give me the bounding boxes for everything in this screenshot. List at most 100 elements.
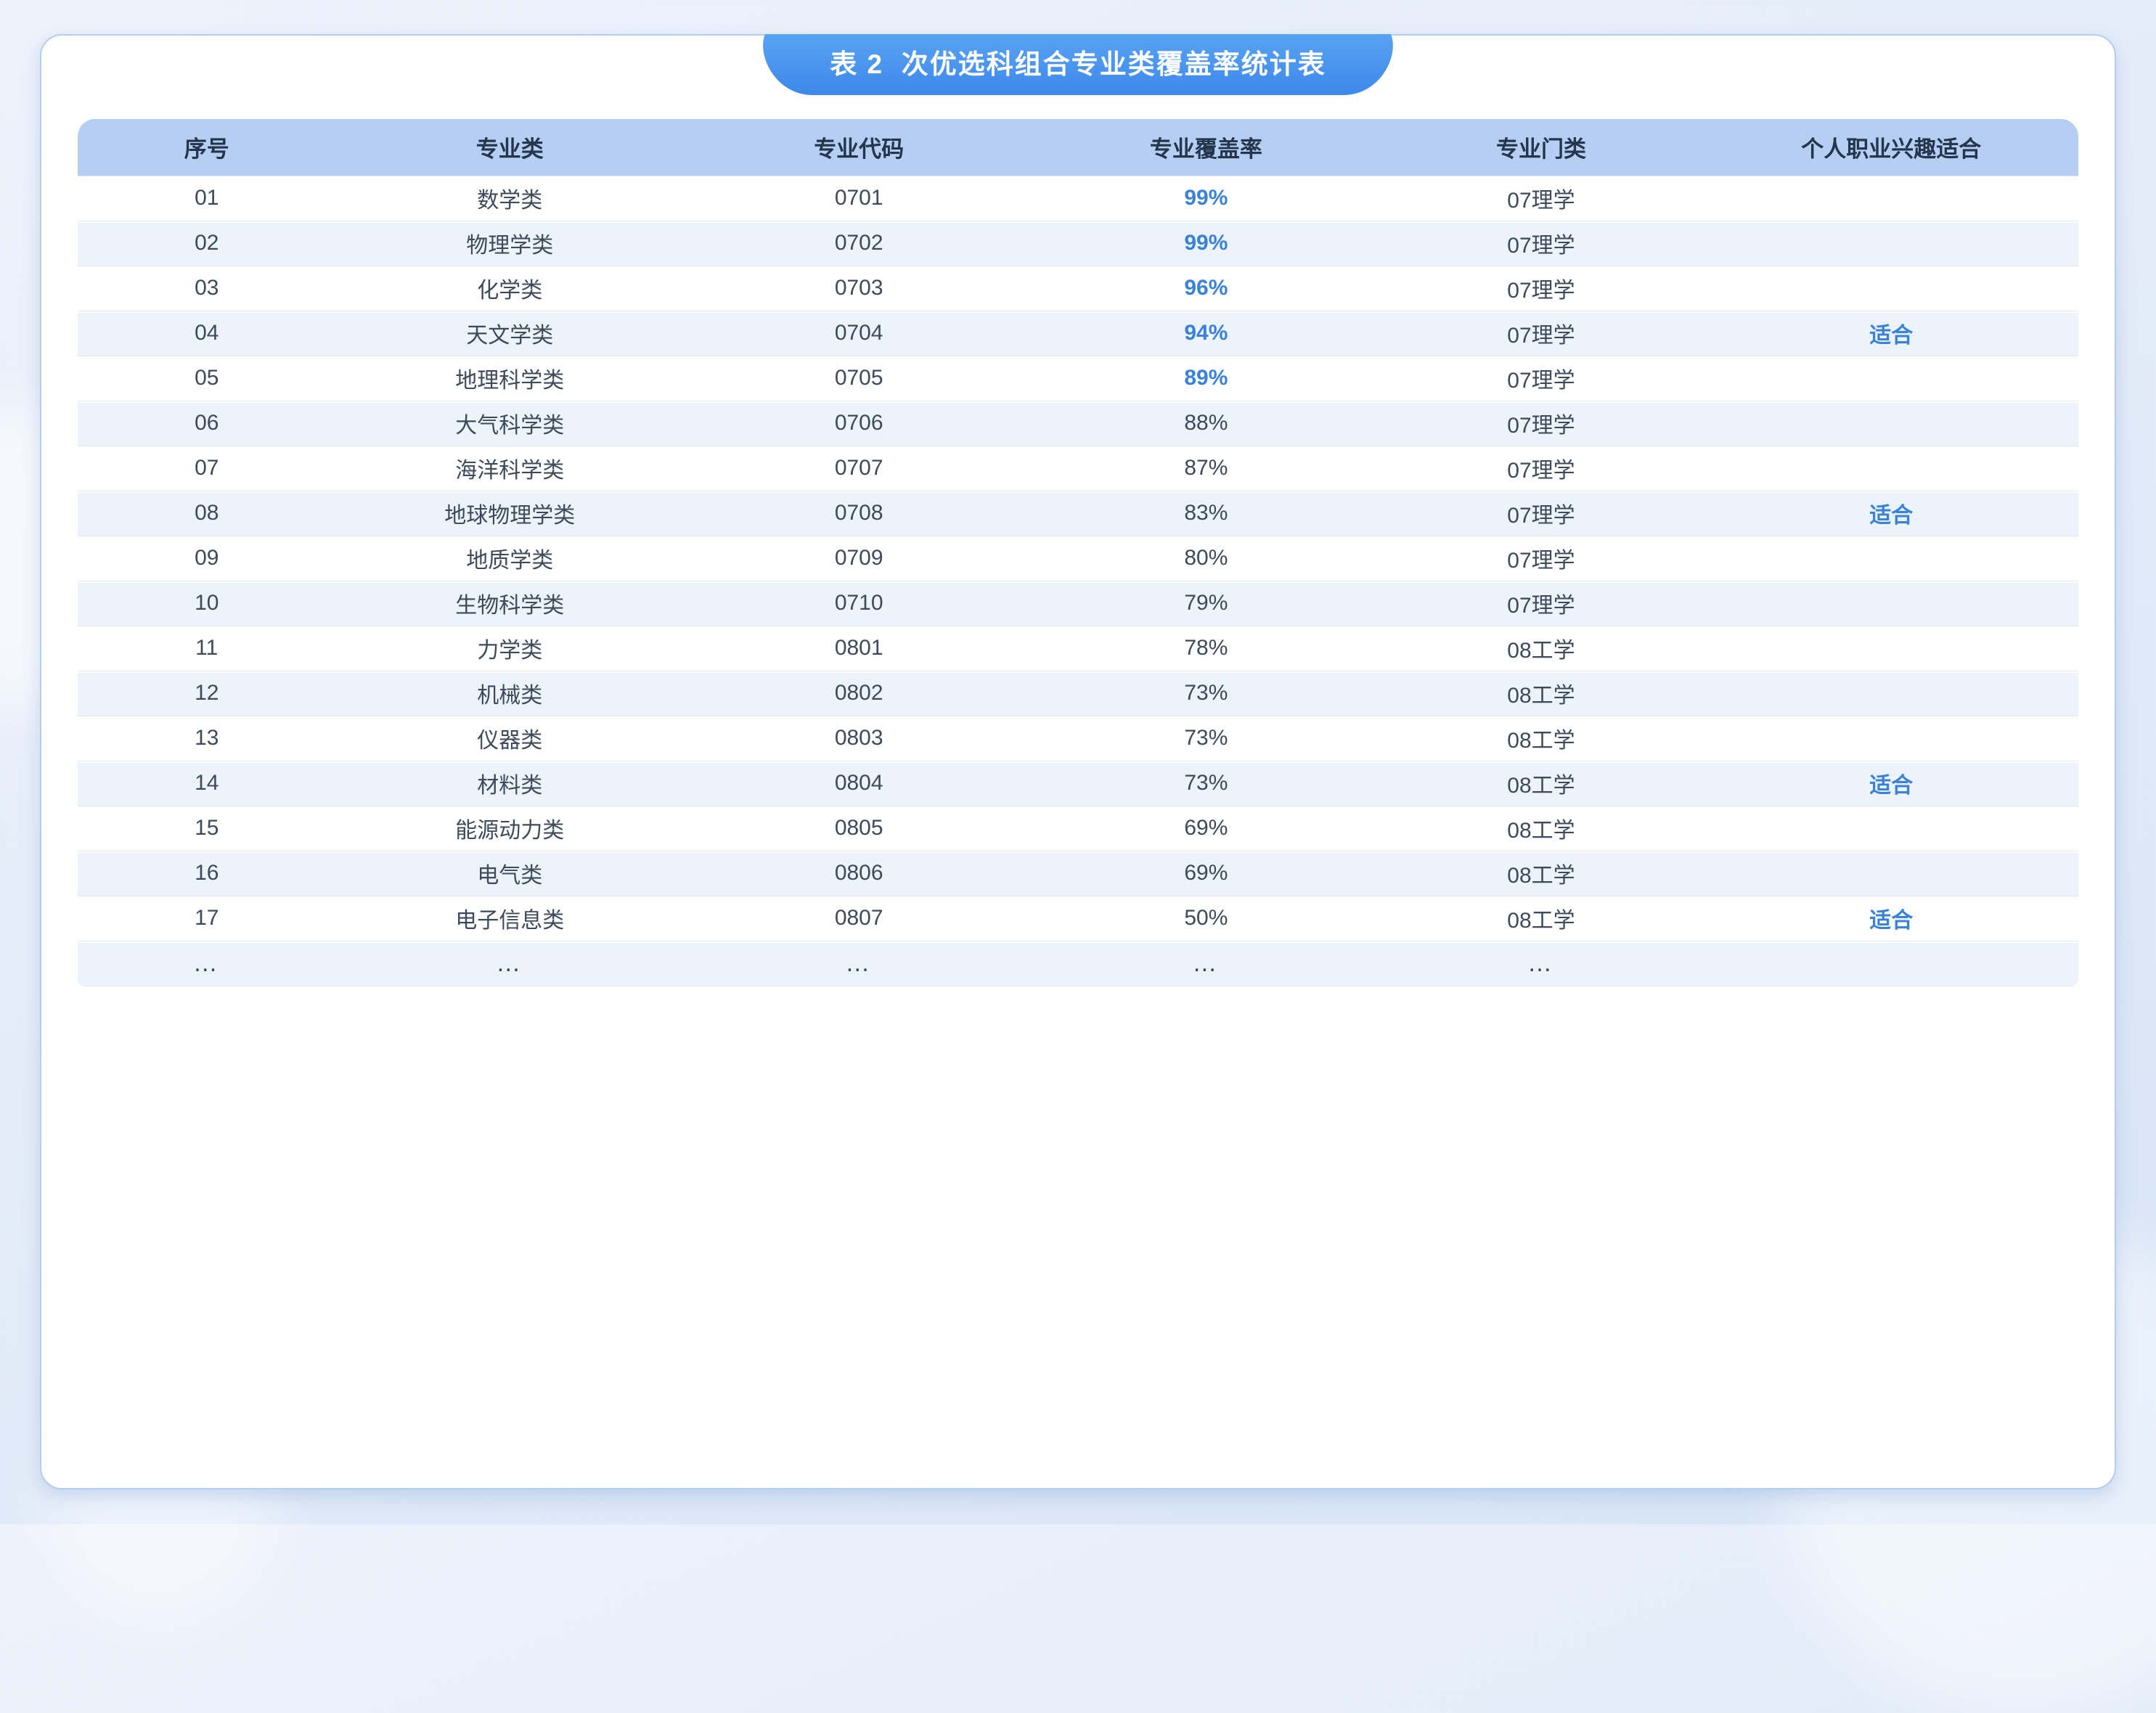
coverage-cell: 78%	[1034, 626, 1378, 671]
code-cell: 0806	[684, 851, 1034, 896]
coverage-cell: …	[1034, 941, 1378, 986]
table-body: 01数学类070199%07理学02物理学类070299%07理学03化学类07…	[78, 176, 2078, 986]
header-coverage: 专业覆盖率	[1034, 119, 1378, 176]
fit-cell	[1704, 671, 2078, 716]
fit-cell	[1704, 176, 2078, 221]
coverage-cell: 89%	[1034, 356, 1378, 401]
fit-cell	[1704, 851, 2078, 896]
table-row: 11力学类080178%08工学	[78, 626, 2078, 671]
category-cell: 08工学	[1378, 716, 1704, 761]
major-cell: …	[336, 941, 685, 986]
header-category: 专业门类	[1378, 119, 1704, 176]
row-no-cell: 11	[78, 626, 336, 671]
table-row-ellipsis: ……………	[78, 941, 2078, 986]
table-row: 03化学类070396%07理学	[78, 266, 2078, 311]
code-cell: 0802	[684, 671, 1034, 716]
row-no-cell: 09	[78, 536, 336, 581]
fit-cell	[1704, 266, 2078, 311]
table-row: 07海洋科学类070787%07理学	[78, 446, 2078, 491]
major-cell: 大气科学类	[336, 401, 685, 446]
row-no-cell: 05	[78, 356, 336, 401]
category-cell: 07理学	[1378, 536, 1704, 581]
code-cell: 0707	[684, 446, 1034, 491]
code-cell: 0701	[684, 176, 1034, 221]
code-cell: 0710	[684, 581, 1034, 626]
table-row: 13仪器类080373%08工学	[78, 716, 2078, 761]
category-cell: 08工学	[1378, 671, 1704, 716]
code-cell: 0706	[684, 401, 1034, 446]
major-cell: 天文学类	[336, 311, 685, 356]
table-row: 10生物科学类071079%07理学	[78, 581, 2078, 626]
coverage-table: 序号 专业类 专业代码 专业覆盖率 专业门类 个人职业兴趣适合 01数学类070…	[78, 119, 2078, 986]
major-cell: 生物科学类	[336, 581, 685, 626]
row-no-cell: …	[78, 941, 336, 986]
fit-cell: 适合	[1704, 896, 2078, 941]
code-cell: 0708	[684, 491, 1034, 536]
code-cell: 0702	[684, 221, 1034, 266]
header-no: 序号	[78, 119, 336, 176]
table-row: 09地质学类070980%07理学	[78, 536, 2078, 581]
row-no-cell: 07	[78, 446, 336, 491]
table-row: 14材料类080473%08工学适合	[78, 761, 2078, 806]
category-cell: 07理学	[1378, 401, 1704, 446]
table-row: 01数学类070199%07理学	[78, 176, 2078, 221]
row-no-cell: 16	[78, 851, 336, 896]
header-code: 专业代码	[684, 119, 1034, 176]
row-no-cell: 17	[78, 896, 336, 941]
major-cell: 能源动力类	[336, 806, 685, 851]
category-cell: 07理学	[1378, 581, 1704, 626]
coverage-cell: 83%	[1034, 491, 1378, 536]
category-cell: 07理学	[1378, 176, 1704, 221]
header-fit: 个人职业兴趣适合	[1704, 119, 2078, 176]
major-cell: 仪器类	[336, 716, 685, 761]
fit-cell	[1704, 536, 2078, 581]
fit-cell: 适合	[1704, 761, 2078, 806]
major-cell: 电子信息类	[336, 896, 685, 941]
major-cell: 电气类	[336, 851, 685, 896]
category-cell: …	[1378, 941, 1704, 986]
fit-cell	[1704, 941, 2078, 986]
coverage-cell: 99%	[1034, 221, 1378, 266]
fit-cell	[1704, 446, 2078, 491]
row-no-cell: 01	[78, 176, 336, 221]
row-no-cell: 14	[78, 761, 336, 806]
code-cell: 0807	[684, 896, 1034, 941]
major-cell: 地理科学类	[336, 356, 685, 401]
category-cell: 07理学	[1378, 311, 1704, 356]
table-row: 02物理学类070299%07理学	[78, 221, 2078, 266]
table-title-banner: 表 2 次优选科组合专业类覆盖率统计表	[762, 34, 1394, 95]
coverage-cell: 73%	[1034, 716, 1378, 761]
major-cell: 力学类	[336, 626, 685, 671]
table-row: 16电气类080669%08工学	[78, 851, 2078, 896]
code-cell: 0705	[684, 356, 1034, 401]
table-row: 08地球物理学类070883%07理学适合	[78, 491, 2078, 536]
major-cell: 海洋科学类	[336, 446, 685, 491]
coverage-cell: 79%	[1034, 581, 1378, 626]
row-no-cell: 12	[78, 671, 336, 716]
fit-cell	[1704, 401, 2078, 446]
row-no-cell: 02	[78, 221, 336, 266]
category-cell: 07理学	[1378, 491, 1704, 536]
fit-cell	[1704, 356, 2078, 401]
category-cell: 08工学	[1378, 851, 1704, 896]
coverage-cell: 96%	[1034, 266, 1378, 311]
fit-cell: 适合	[1704, 491, 2078, 536]
major-cell: 材料类	[336, 761, 685, 806]
row-no-cell: 15	[78, 806, 336, 851]
code-cell: 0709	[684, 536, 1034, 581]
coverage-cell: 69%	[1034, 851, 1378, 896]
fit-cell	[1704, 581, 2078, 626]
category-cell: 07理学	[1378, 446, 1704, 491]
fit-cell	[1704, 626, 2078, 671]
code-cell: 0803	[684, 716, 1034, 761]
code-cell: …	[684, 941, 1034, 986]
category-cell: 08工学	[1378, 806, 1704, 851]
table-row: 05地理科学类070589%07理学	[78, 356, 2078, 401]
major-cell: 数学类	[336, 176, 685, 221]
major-cell: 化学类	[336, 266, 685, 311]
row-no-cell: 04	[78, 311, 336, 356]
coverage-cell: 88%	[1034, 401, 1378, 446]
code-cell: 0801	[684, 626, 1034, 671]
fit-cell	[1704, 716, 2078, 761]
coverage-cell: 73%	[1034, 671, 1378, 716]
